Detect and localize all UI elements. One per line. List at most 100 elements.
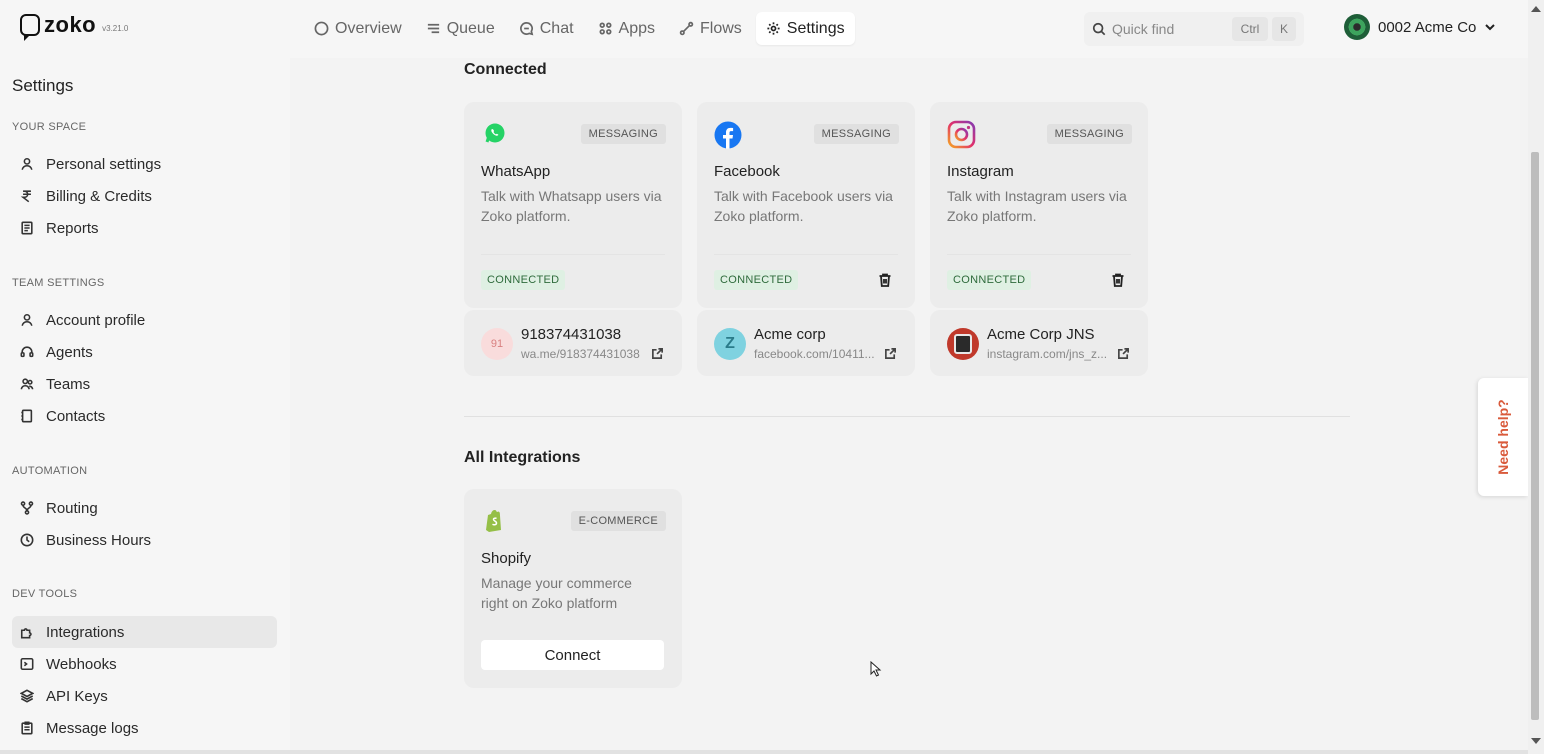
rupee-icon bbox=[20, 190, 31, 203]
external-link-icon[interactable] bbox=[1117, 347, 1130, 360]
scrollbar-thumb[interactable] bbox=[1531, 152, 1539, 720]
instagram-account-row[interactable]: Acme Corp JNS instagram.com/jns_z... bbox=[930, 310, 1148, 376]
external-link-icon[interactable] bbox=[651, 347, 664, 360]
section-team-settings: TEAM SETTINGS bbox=[12, 277, 105, 289]
sidebar-item-message-logs[interactable]: Message logs bbox=[12, 712, 277, 744]
sidebar-item-personal-settings[interactable]: Personal settings bbox=[12, 148, 277, 180]
connect-button[interactable]: Connect bbox=[481, 640, 664, 670]
need-help-tab[interactable]: Need help? bbox=[1478, 378, 1528, 496]
connected-heading: Connected bbox=[464, 61, 547, 78]
sidebar-item-account-profile[interactable]: Account profile bbox=[12, 304, 277, 336]
contact-book-icon bbox=[21, 409, 33, 423]
delete-trash-icon[interactable] bbox=[1110, 272, 1126, 288]
layers-icon bbox=[20, 689, 34, 703]
sidebar-item-teams[interactable]: Teams bbox=[12, 368, 277, 400]
mouse-cursor-icon bbox=[870, 661, 882, 677]
messaging-badge: MESSAGING bbox=[580, 124, 666, 144]
facebook-account-row[interactable]: Z Acme corp facebook.com/10411... bbox=[697, 310, 915, 376]
org-avatar bbox=[1344, 14, 1370, 40]
integration-name: Facebook bbox=[714, 163, 780, 180]
settings-sidebar: Settings YOUR SPACE Personal settings Bi… bbox=[0, 58, 290, 754]
sidebar-item-integrations[interactable]: Integrations bbox=[12, 616, 277, 648]
quick-find-search[interactable]: Quick find Ctrl K bbox=[1084, 12, 1304, 46]
tab-label: Flows bbox=[700, 19, 742, 37]
shopify-card[interactable]: E-COMMERCE Shopify Manage your commerce … bbox=[464, 489, 682, 688]
sidebar-item-label: Billing & Credits bbox=[46, 187, 152, 205]
circle-icon bbox=[314, 21, 329, 36]
sidebar-item-agents[interactable]: Agents bbox=[12, 336, 277, 368]
instagram-icon bbox=[947, 120, 976, 149]
report-icon bbox=[21, 221, 33, 235]
tab-queue[interactable]: Queue bbox=[416, 12, 505, 45]
tab-apps[interactable]: Apps bbox=[588, 12, 665, 45]
sidebar-item-label: Reports bbox=[46, 219, 99, 237]
sidebar-item-webhooks[interactable]: Webhooks bbox=[12, 648, 277, 680]
whatsapp-card-body[interactable]: MESSAGING WhatsApp Talk with Whatsapp us… bbox=[464, 102, 682, 308]
messaging-badge: MESSAGING bbox=[1046, 124, 1132, 144]
tab-overview[interactable]: Overview bbox=[304, 12, 412, 45]
section-your-space: YOUR SPACE bbox=[12, 121, 87, 133]
user-icon bbox=[21, 157, 33, 170]
sidebar-item-billing[interactable]: Billing & Credits bbox=[12, 180, 277, 212]
integration-description: Talk with Instagram users via Zoko platf… bbox=[947, 188, 1127, 224]
clipboard-icon bbox=[21, 721, 33, 735]
zoko-logo-icon bbox=[20, 14, 40, 36]
sidebar-item-label: Teams bbox=[46, 375, 91, 393]
sidebar-item-label: Routing bbox=[46, 499, 98, 517]
sidebar-item-api-keys[interactable]: API Keys bbox=[12, 680, 277, 712]
whatsapp-account-row[interactable]: 91 918374431038 wa.me/918374431038 bbox=[464, 310, 682, 376]
account-avatar-image bbox=[954, 334, 972, 354]
account-link[interactable]: wa.me/918374431038 bbox=[521, 347, 640, 361]
sidebar-item-label: Business Hours bbox=[46, 531, 152, 549]
tab-label: Settings bbox=[786, 19, 845, 37]
main-nav: Overview Queue Chat Apps Flows Settings bbox=[304, 12, 855, 45]
team-icon bbox=[20, 378, 34, 390]
delete-trash-icon[interactable] bbox=[877, 272, 893, 288]
integration-description: Talk with Whatsapp users via Zoko platfo… bbox=[481, 188, 662, 224]
sidebar-item-business-hours[interactable]: Business Hours bbox=[12, 524, 277, 556]
shortcut-k-key: K bbox=[1272, 17, 1296, 41]
scroll-down-arrow[interactable] bbox=[1531, 738, 1541, 744]
scrollbar[interactable] bbox=[1528, 0, 1544, 754]
tab-flows[interactable]: Flows bbox=[669, 12, 752, 45]
sidebar-item-reports[interactable]: Reports bbox=[12, 212, 277, 244]
sidebar-item-label: Personal settings bbox=[46, 155, 162, 173]
sidebar-item-routing[interactable]: Routing bbox=[12, 492, 277, 524]
zoko-logo[interactable]: zoko v3.21.0 bbox=[20, 14, 128, 36]
divider bbox=[947, 254, 1131, 255]
sidebar-item-label: Agents bbox=[46, 343, 93, 361]
top-bar: zoko v3.21.0 Overview Queue Chat Apps Fl… bbox=[0, 0, 1528, 58]
sidebar-item-label: Account profile bbox=[46, 311, 146, 329]
instagram-card: MESSAGING Instagram Talk with Instagram … bbox=[930, 102, 1148, 376]
scroll-up-arrow[interactable] bbox=[1531, 6, 1541, 12]
connected-status-badge: CONNECTED bbox=[714, 270, 799, 290]
instagram-card-body[interactable]: MESSAGING Instagram Talk with Instagram … bbox=[930, 102, 1148, 308]
integration-name: Instagram bbox=[947, 163, 1014, 180]
list-icon bbox=[427, 23, 439, 34]
account-name: Acme corp bbox=[754, 326, 826, 343]
sidebar-item-contacts[interactable]: Contacts bbox=[12, 400, 277, 432]
sidebar-item-label: Integrations bbox=[46, 623, 125, 641]
puzzle-icon bbox=[20, 628, 32, 639]
account-link[interactable]: instagram.com/jns_z... bbox=[987, 347, 1107, 361]
facebook-card-body[interactable]: MESSAGING Facebook Talk with Facebook us… bbox=[697, 102, 915, 308]
org-name: 0002 Acme Co bbox=[1378, 18, 1477, 36]
tab-label: Overview bbox=[335, 19, 402, 37]
account-avatar: Z bbox=[714, 328, 746, 360]
shopify-icon bbox=[486, 510, 501, 532]
search-icon bbox=[1092, 22, 1106, 36]
section-divider bbox=[464, 416, 1350, 417]
tab-label: Chat bbox=[539, 19, 574, 37]
section-dev-tools: DEV TOOLS bbox=[12, 588, 78, 600]
shortcut-ctrl-key: Ctrl bbox=[1232, 17, 1268, 41]
integration-description: Manage your commerce right on Zoko platf… bbox=[481, 575, 632, 611]
external-link-icon[interactable] bbox=[884, 347, 897, 360]
sidebar-item-label: Webhooks bbox=[46, 655, 117, 673]
tab-settings[interactable]: Settings bbox=[755, 12, 855, 45]
org-switcher[interactable]: 0002 Acme Co bbox=[1344, 14, 1496, 40]
facebook-card: MESSAGING Facebook Talk with Facebook us… bbox=[697, 102, 915, 376]
facebook-icon bbox=[714, 121, 742, 149]
connected-status-badge: CONNECTED bbox=[947, 270, 1032, 290]
account-link[interactable]: facebook.com/10411... bbox=[754, 347, 875, 361]
tab-chat[interactable]: Chat bbox=[509, 12, 584, 45]
